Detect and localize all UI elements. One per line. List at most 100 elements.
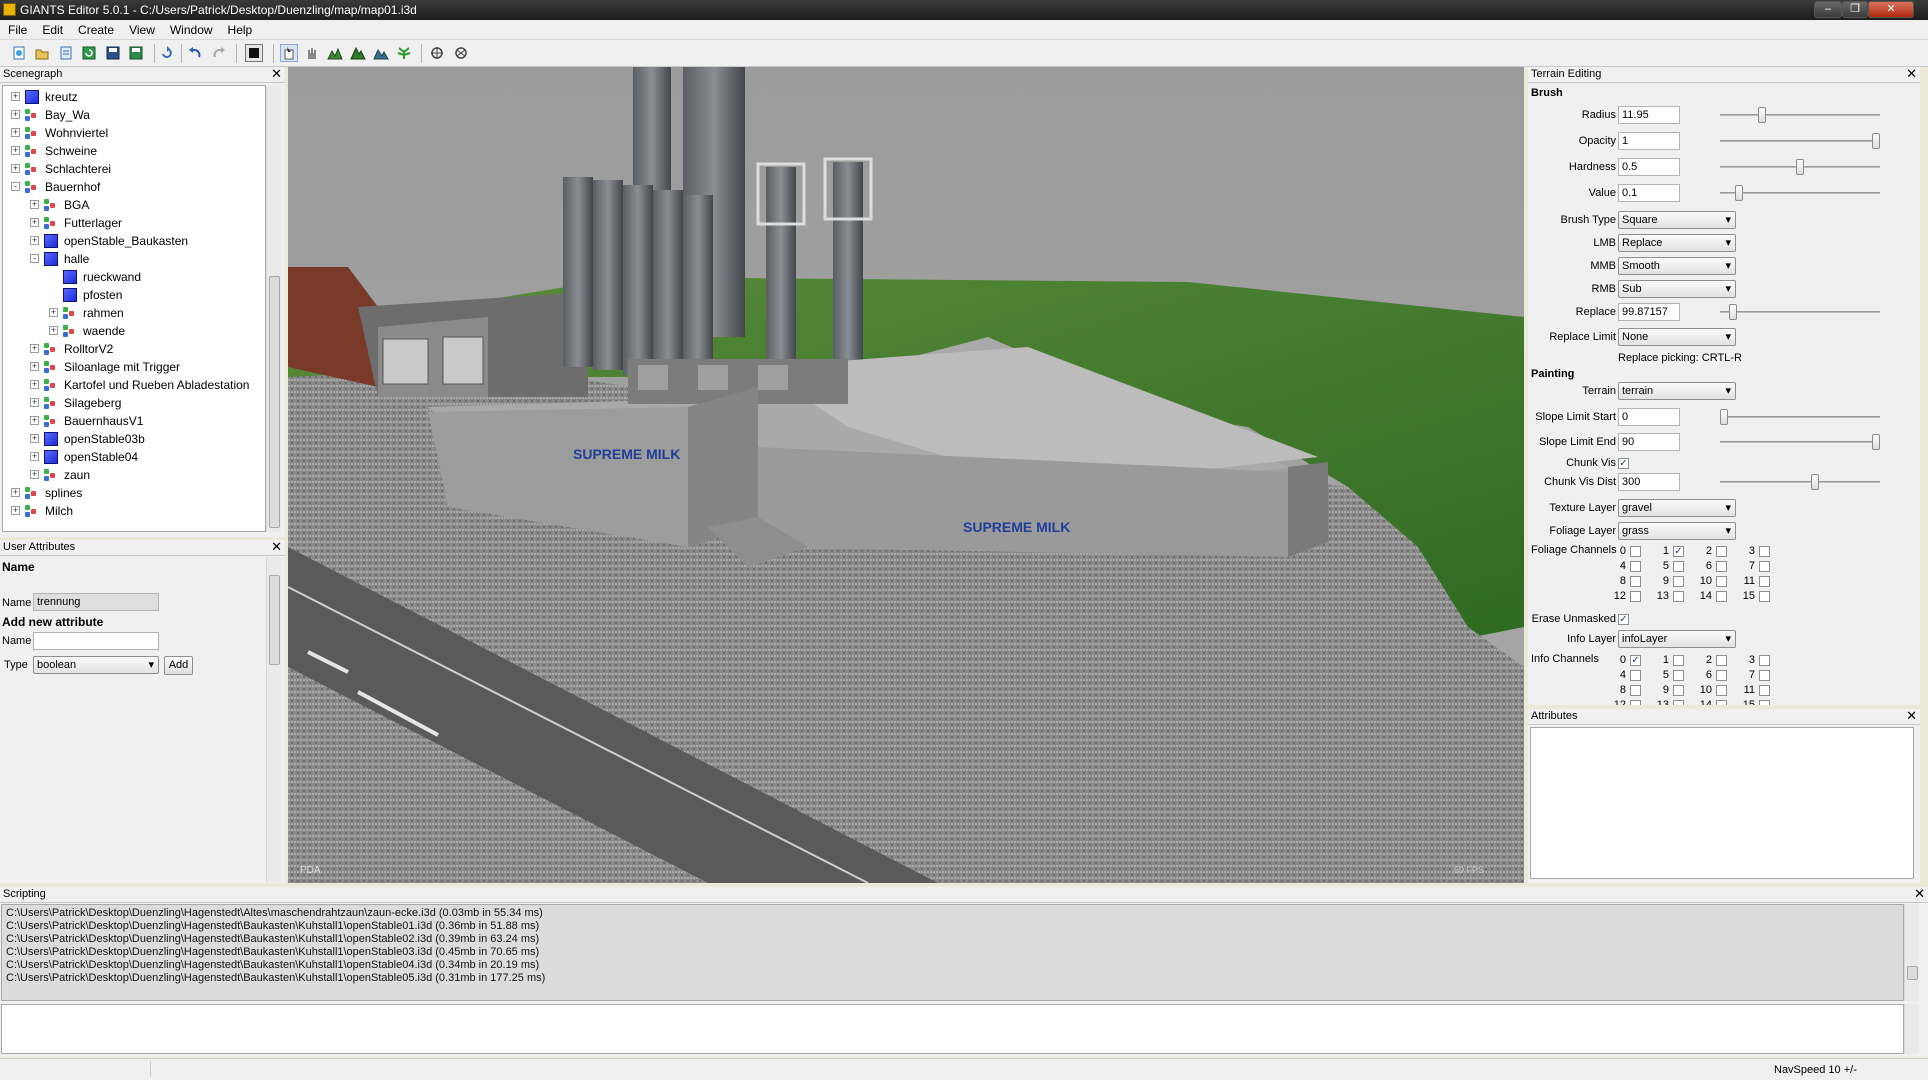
mmb-select[interactable]: Smooth: [1618, 257, 1736, 275]
close-icon[interactable]: ✕: [1914, 887, 1925, 901]
terrain-sculpt-icon[interactable]: [326, 44, 344, 62]
scenegraph-node[interactable]: rueckwand: [3, 268, 265, 286]
scenegraph-node[interactable]: + Wohnviertel: [3, 124, 265, 142]
scenegraph-node[interactable]: + openStable03b: [3, 430, 265, 448]
info-channel-checkbox[interactable]: [1673, 670, 1684, 681]
shader-icon[interactable]: [452, 44, 470, 62]
import-icon[interactable]: [57, 44, 75, 62]
foliage-channel-checkbox[interactable]: [1716, 576, 1727, 587]
foliage-channel-checkbox[interactable]: [1759, 591, 1770, 602]
foliage-channel-checkbox[interactable]: [1630, 576, 1641, 587]
slope-end-slider-handle[interactable]: [1872, 434, 1880, 450]
foliage-channel-checkbox[interactable]: [1759, 546, 1770, 557]
scenegraph-node[interactable]: + BGA: [3, 196, 265, 214]
menu-edit[interactable]: Edit: [34, 20, 70, 37]
foliage-layer-select[interactable]: grass: [1618, 522, 1736, 540]
info-layer-select[interactable]: infoLayer: [1618, 630, 1736, 648]
scenegraph-node[interactable]: + Bay_Wa: [3, 106, 265, 124]
menu-window[interactable]: Window: [162, 20, 220, 37]
script-input-scrollbar[interactable]: [1904, 1004, 1919, 1054]
replace-slider-handle[interactable]: [1729, 304, 1737, 320]
info-channel-checkbox[interactable]: [1716, 655, 1727, 666]
scenegraph-node[interactable]: + Milch: [3, 502, 265, 520]
undo-icon[interactable]: [186, 44, 204, 62]
collapse-icon[interactable]: -: [30, 254, 39, 263]
menu-view[interactable]: View: [121, 20, 162, 37]
scenegraph-node[interactable]: + Kartofel und Rueben Abladestation: [3, 376, 265, 394]
expand-icon[interactable]: +: [11, 488, 20, 497]
scenegraph-node[interactable]: + Futterlager: [3, 214, 265, 232]
opacity-slider-handle[interactable]: [1872, 133, 1880, 149]
expand-icon[interactable]: +: [30, 434, 39, 443]
info-channel-checkbox[interactable]: [1759, 685, 1770, 696]
chunk-vis-dist-slider-handle[interactable]: [1811, 474, 1819, 490]
expand-icon[interactable]: +: [30, 200, 39, 209]
terrain-paint-icon[interactable]: [349, 44, 367, 62]
foliage-icon[interactable]: [395, 44, 413, 62]
info-channel-checkbox[interactable]: [1759, 655, 1770, 666]
slope-start-field[interactable]: 0: [1618, 408, 1680, 426]
redo-icon[interactable]: [210, 44, 228, 62]
slope-start-slider[interactable]: [1720, 416, 1880, 418]
info-channel-checkbox[interactable]: ✓: [1630, 655, 1641, 666]
opacity-slider[interactable]: [1720, 140, 1880, 142]
scenegraph-node[interactable]: + Schlachterei: [3, 160, 265, 178]
scenegraph-node[interactable]: + RolltorV2: [3, 340, 265, 358]
script-log-scrollbar[interactable]: [1904, 904, 1919, 1001]
radius-slider[interactable]: [1720, 114, 1880, 116]
collapse-icon[interactable]: -: [11, 182, 20, 191]
menu-file[interactable]: File: [0, 20, 34, 37]
scenegraph-node[interactable]: + zaun: [3, 466, 265, 484]
open-icon[interactable]: [33, 44, 51, 62]
radius-slider-handle[interactable]: [1758, 107, 1766, 123]
value-slider[interactable]: [1720, 192, 1880, 194]
script-input[interactable]: [1, 1004, 1904, 1054]
scrollbar-thumb[interactable]: [1907, 966, 1918, 980]
menu-create[interactable]: Create: [70, 20, 121, 37]
expand-icon[interactable]: +: [30, 344, 39, 353]
expand-icon[interactable]: +: [11, 110, 20, 119]
info-channel-checkbox[interactable]: [1759, 670, 1770, 681]
info-channel-checkbox[interactable]: [1716, 685, 1727, 696]
save-icon[interactable]: [104, 44, 122, 62]
expand-icon[interactable]: +: [30, 452, 39, 461]
foliage-channel-checkbox[interactable]: [1716, 561, 1727, 572]
expand-icon[interactable]: +: [30, 218, 39, 227]
foliage-channel-checkbox[interactable]: [1759, 576, 1770, 587]
scenegraph-node[interactable]: + Schweine: [3, 142, 265, 160]
expand-icon[interactable]: +: [11, 128, 20, 137]
info-channel-checkbox[interactable]: [1673, 655, 1684, 666]
move-tool-icon[interactable]: [303, 44, 321, 62]
scenegraph-node[interactable]: + waende: [3, 322, 265, 340]
texture-layer-select[interactable]: gravel: [1618, 499, 1736, 517]
foliage-channel-checkbox[interactable]: [1673, 591, 1684, 602]
expand-icon[interactable]: +: [30, 362, 39, 371]
new-name-field[interactable]: [33, 632, 159, 650]
expand-icon[interactable]: +: [49, 308, 58, 317]
info-channel-checkbox[interactable]: [1716, 670, 1727, 681]
scenegraph-node[interactable]: - Bauernhof: [3, 178, 265, 196]
chunk-vis-dist-slider[interactable]: [1720, 481, 1880, 483]
foliage-channel-checkbox[interactable]: [1630, 561, 1641, 572]
terrain-smooth-icon[interactable]: [372, 44, 390, 62]
info-channel-checkbox[interactable]: [1673, 685, 1684, 696]
lmb-select[interactable]: Replace: [1618, 234, 1736, 252]
value-field[interactable]: 0.1: [1618, 184, 1680, 202]
new-icon[interactable]: [10, 44, 28, 62]
chunk-vis-dist-field[interactable]: 300: [1618, 473, 1680, 491]
scenegraph-node[interactable]: + splines: [3, 484, 265, 502]
name-value-field[interactable]: trennung: [33, 593, 159, 611]
scrollbar-thumb[interactable]: [269, 575, 280, 665]
scenegraph-scrollbar[interactable]: [266, 86, 281, 532]
close-icon[interactable]: ✕: [271, 67, 282, 81]
node-icon[interactable]: [428, 44, 446, 62]
replace-field[interactable]: 99.87157: [1618, 303, 1680, 321]
terrain-select[interactable]: terrain: [1618, 382, 1736, 400]
scenegraph-node[interactable]: + Silageberg: [3, 394, 265, 412]
foliage-channel-checkbox[interactable]: [1630, 546, 1641, 557]
brush-type-select[interactable]: Square: [1618, 211, 1736, 229]
close-icon[interactable]: ✕: [1906, 709, 1917, 723]
scenegraph-node[interactable]: pfosten: [3, 286, 265, 304]
opacity-field[interactable]: 1: [1618, 132, 1680, 150]
foliage-channel-checkbox[interactable]: [1630, 591, 1641, 602]
